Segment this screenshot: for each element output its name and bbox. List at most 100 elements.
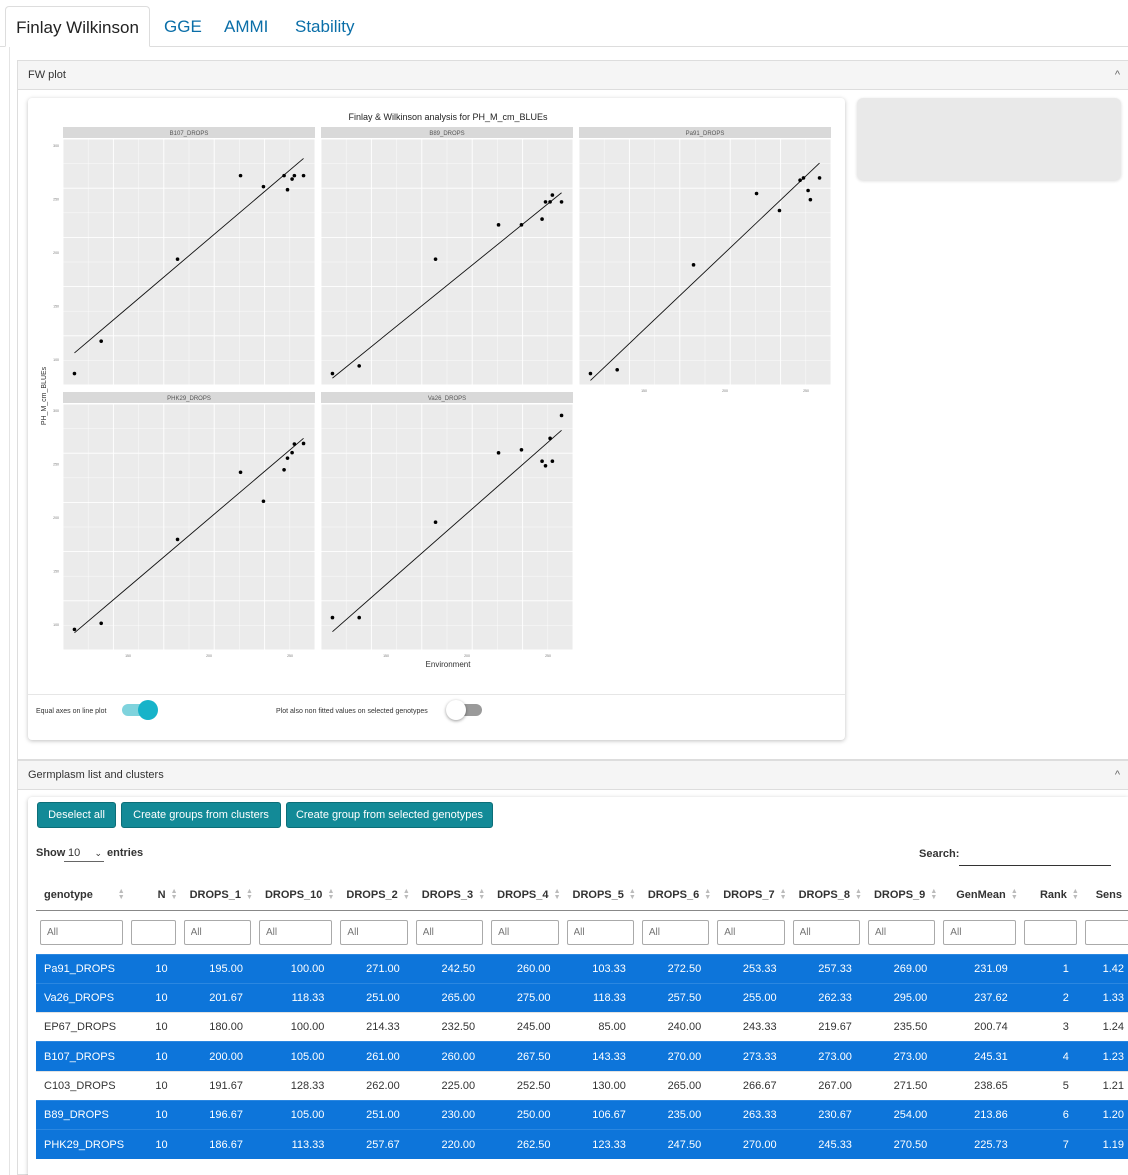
germplasm-table: genotype ▲ ▼ N ▲ ▼ DROPS_1 ▲ ▼ DROPS_10 ▲ ▼ DROPS_2 ▲…: [36, 880, 1128, 1160]
column-filter-input[interactable]: [40, 919, 123, 945]
table-cell: B89_DROPS: [36, 1099, 127, 1130]
plot-title: Finlay & Wilkinson analysis for PH_M_cm_…: [348, 112, 548, 122]
column-filter-input[interactable]: [1023, 919, 1077, 945]
table-cell: 105.00: [254, 1041, 337, 1072]
tab-ammi[interactable]: AMMI: [224, 6, 268, 47]
tab-gge[interactable]: GGE: [164, 6, 202, 47]
table-row[interactable]: C103_DROPS 10 191.67 128.33 262.00 225.00 252.…: [36, 1070, 1128, 1101]
column-filter-input[interactable]: [491, 919, 559, 945]
equal-axes-label: Equal axes on line plot: [36, 708, 107, 715]
table-row[interactable]: B107_DROPS 10 200.00 105.00 261.00 260.00 267.…: [36, 1041, 1128, 1072]
header-row: genotype ▲ ▼ N ▲ ▼ DROPS_1 ▲ ▼ DROPS_10 ▲ ▼ DROPS_2 ▲…: [36, 880, 1128, 911]
tab-stability[interactable]: Stability: [295, 6, 355, 47]
panel-title: FW plot: [28, 69, 66, 81]
data-point: [543, 200, 548, 204]
entries-select[interactable]: 10 ⌄: [64, 844, 104, 862]
facet-label: B89_DROPS: [429, 131, 464, 137]
table-cell: 100.00: [254, 1012, 337, 1042]
search-input[interactable]: [959, 850, 1111, 866]
column-header[interactable]: N ▲ ▼: [126, 880, 180, 911]
column-filter-input[interactable]: [258, 919, 333, 945]
data-point: [496, 451, 501, 455]
column-header[interactable]: DROPS_9 ▲ ▼: [863, 880, 940, 911]
table-cell: 265.00: [411, 982, 488, 1013]
table-cell: 232.50: [411, 1012, 488, 1042]
table-cell: 1: [1019, 953, 1081, 984]
table-cell: 106.67: [562, 1099, 638, 1130]
table-cell: 235.50: [863, 1012, 940, 1042]
y-tick-label: 150: [53, 570, 59, 574]
data-point: [301, 173, 306, 178]
data-point: [559, 200, 564, 204]
table-row[interactable]: Va26_DROPS 10 201.67 118.33 251.00 265.00 275.…: [36, 982, 1128, 1013]
column-header[interactable]: DROPS_2 ▲ ▼: [336, 880, 412, 911]
table-cell: 191.67: [179, 1070, 255, 1101]
column-header[interactable]: Sens▲▼: [1080, 880, 1128, 911]
facet-label: PHK29_DROPS: [167, 396, 211, 402]
sort-icon: ▲▼: [402, 888, 410, 901]
column-filter-input[interactable]: [792, 919, 860, 945]
collapse-icon[interactable]: ^: [1115, 61, 1120, 90]
table-cell: 275.00: [487, 982, 563, 1013]
column-header[interactable]: DROPS_7 ▲ ▼: [713, 880, 789, 911]
column-filter-input[interactable]: [641, 919, 710, 945]
column-header[interactable]: GenMean ▲ ▼: [939, 880, 1020, 911]
placeholder-card: [857, 98, 1121, 180]
column-filter-input[interactable]: [867, 919, 936, 945]
column-filter-input[interactable]: [566, 919, 634, 945]
table-cell: 1.24: [1080, 1012, 1128, 1042]
column-filter-input[interactable]: [183, 919, 251, 945]
table-cell: 143.33: [562, 1041, 638, 1072]
column-label: Sens: [1095, 888, 1122, 901]
column-filter-input[interactable]: [415, 919, 484, 945]
table-cell: 270.00: [713, 1129, 789, 1160]
data-point: [801, 176, 806, 180]
table-row[interactable]: EP67_DROPS 10 180.00 100.00 214.33 232.50 245.…: [36, 1012, 1128, 1042]
column-header[interactable]: DROPS_1 ▲ ▼: [179, 880, 255, 911]
data-point: [330, 615, 335, 620]
table-cell: 10: [126, 953, 180, 984]
table-cell: EP67_DROPS: [36, 1012, 127, 1042]
create-group-from-selected-button[interactable]: Create group from selected genotypes: [286, 802, 493, 828]
column-header[interactable]: DROPS_8 ▲ ▼: [788, 880, 864, 911]
table-cell: 1.20: [1080, 1099, 1128, 1130]
column-header[interactable]: DROPS_5 ▲ ▼: [562, 880, 638, 911]
tab-finlay-wilkinson[interactable]: Finlay Wilkinson: [5, 6, 150, 47]
table-cell: 220.00: [411, 1129, 488, 1160]
table-cell: 213.86: [939, 1099, 1020, 1130]
table-cell: 262.33: [788, 982, 864, 1013]
table-cell: 1.42: [1080, 953, 1128, 984]
column-filter-input[interactable]: [130, 919, 176, 945]
column-header[interactable]: DROPS_6 ▲ ▼: [637, 880, 714, 911]
data-point: [543, 463, 548, 468]
entries-value: 10: [68, 847, 81, 859]
column-header[interactable]: Rank ▲ ▼: [1019, 880, 1081, 911]
column-filter-input[interactable]: [717, 919, 785, 945]
data-point: [282, 467, 286, 472]
deselect-all-button[interactable]: Deselect all: [37, 802, 116, 828]
table-row[interactable]: Pa91_DROPS 10 195.00 100.00 271.00 242.50 260.…: [36, 953, 1128, 984]
column-filter-input[interactable]: [943, 919, 1016, 945]
column-header[interactable]: genotype ▲ ▼: [36, 880, 127, 911]
table-row[interactable]: B89_DROPS 10 196.67 105.00 251.00 230.00 250.0…: [36, 1099, 1128, 1130]
equal-axes-switch[interactable]: [122, 700, 158, 720]
column-header[interactable]: DROPS_4 ▲ ▼: [487, 880, 563, 911]
non-fitted-switch[interactable]: [446, 700, 482, 720]
column-label: DROPS_8: [798, 888, 850, 901]
divider: [28, 694, 845, 695]
column-filter-input[interactable]: [340, 919, 408, 945]
create-groups-from-clusters-button[interactable]: Create groups from clusters: [121, 802, 281, 828]
column-header[interactable]: DROPS_3 ▲ ▼: [411, 880, 488, 911]
column-label: DROPS_4: [497, 888, 549, 901]
table-cell: 262.50: [487, 1129, 563, 1160]
collapse-icon[interactable]: ^: [1115, 761, 1120, 790]
table-cell: 231.09: [939, 953, 1020, 984]
column-header[interactable]: DROPS_10 ▲ ▼: [254, 880, 337, 911]
sort-icon: ▲▼: [704, 888, 712, 901]
table-row[interactable]: PHK29_DROPS 10 186.67 113.33 257.67 220.00 262…: [36, 1129, 1128, 1160]
column-filter-input[interactable]: [1084, 919, 1128, 945]
x-tick-label: 150: [641, 389, 647, 393]
fw-plot-panel-header[interactable]: FW plot ^: [18, 61, 1128, 90]
germplasm-panel-header[interactable]: Germplasm list and clusters ^: [18, 761, 1128, 790]
panel-title: Germplasm list and clusters: [28, 769, 164, 781]
